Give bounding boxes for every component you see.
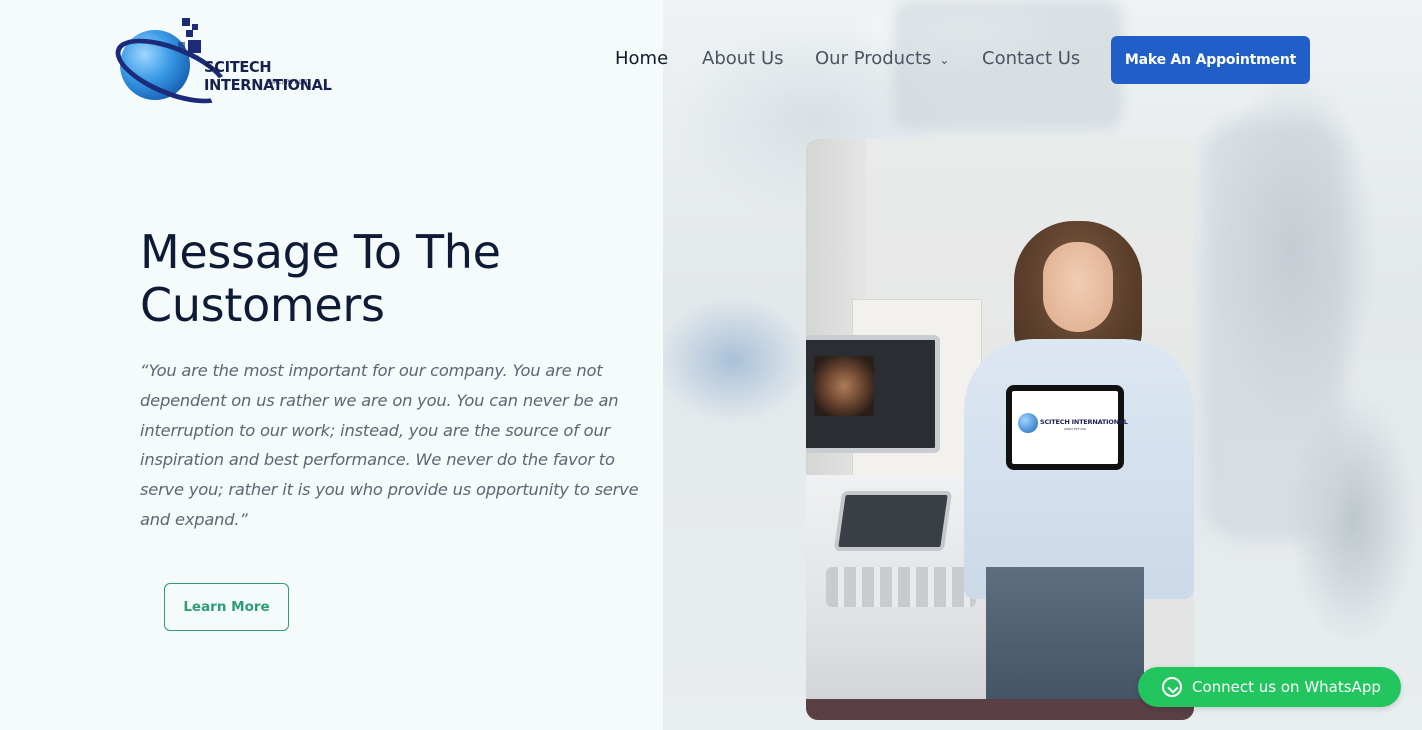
logo-pixel <box>186 30 193 37</box>
globe-icon <box>1018 413 1038 433</box>
chevron-down-icon: ⌄ <box>939 53 950 67</box>
whatsapp-icon <box>1162 677 1182 697</box>
learn-more-button[interactable]: Learn More <box>164 583 289 631</box>
tablet-screen: SCITECH INTERNATIONAL (SMC) PVT LTD <box>1012 391 1128 464</box>
machine-keyboard <box>826 567 976 607</box>
person-face <box>1043 242 1113 332</box>
nav-about-us[interactable]: About Us <box>702 48 784 69</box>
tablet-logo-subname: (SMC) PVT LTD <box>1064 427 1086 431</box>
whatsapp-label: Connect us on WhatsApp <box>1192 678 1381 696</box>
logo-subname: (SMC) PVT LTD <box>266 79 310 86</box>
page-title-line1: Message To The <box>140 225 501 279</box>
tablet-logo-name: SCITECH INTERNATIONAL <box>1040 418 1128 426</box>
background-blur-shape <box>1203 120 1343 540</box>
nav-home[interactable]: Home <box>615 48 668 69</box>
hero-photo: SCITECH INTERNATIONAL (SMC) PVT LTD <box>806 139 1194 720</box>
photo-floor <box>806 699 1194 720</box>
tablet-with-logo: SCITECH INTERNATIONAL (SMC) PVT LTD <box>1006 385 1128 470</box>
ultrasound-monitor <box>806 335 940 453</box>
logo-pixel <box>178 42 185 49</box>
machine-touch-panel <box>833 491 953 551</box>
nav-contact-us[interactable]: Contact Us <box>982 48 1080 69</box>
site-logo[interactable]: SCITECH INTERNATIONAL (SMC) PVT LTD <box>107 18 392 117</box>
page-title-line2: Customers <box>140 278 385 332</box>
whatsapp-connect-button[interactable]: Connect us on WhatsApp <box>1138 667 1401 707</box>
person-jeans <box>986 567 1144 720</box>
logo-pixel <box>182 18 190 26</box>
make-appointment-button[interactable]: Make An Appointment <box>1111 36 1310 84</box>
nav-our-products-label: Our Products <box>815 48 932 69</box>
nav-our-products[interactable]: Our Products ⌄ <box>815 48 949 69</box>
customer-message-quote: “You are the most important for our comp… <box>140 361 639 529</box>
page-title: Message To The Customers <box>140 226 610 332</box>
logo-name: SCITECH INTERNATIONAL <box>204 58 332 94</box>
ultrasound-scan-image <box>814 356 874 416</box>
logo-pixel <box>188 40 201 53</box>
